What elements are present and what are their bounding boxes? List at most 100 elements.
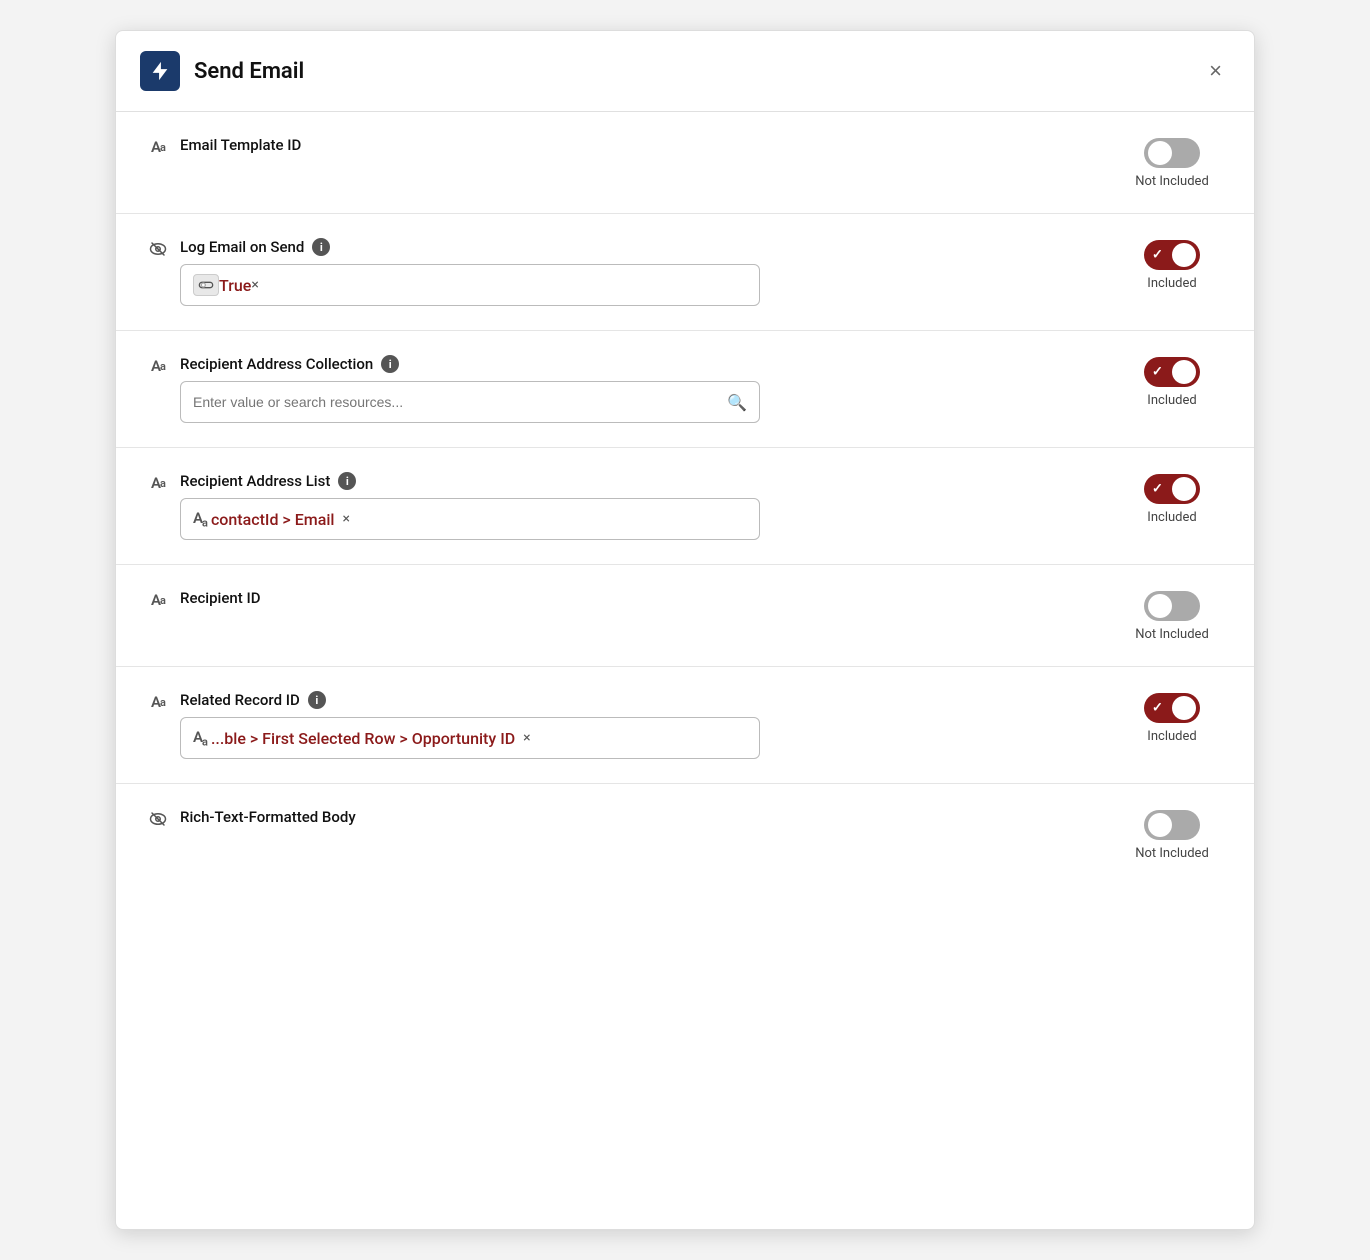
- field-label-row: Rich-Text-Formatted Body: [180, 808, 1122, 826]
- tag-close-true[interactable]: ×: [251, 278, 258, 292]
- lightning-svg: [149, 60, 171, 82]
- field-left: Aa Recipient Address List i Aa contactId…: [148, 472, 1122, 540]
- field-label: Log Email on Send: [180, 238, 304, 256]
- toggle-email-template-id[interactable]: [1144, 138, 1200, 168]
- toggle-check: ✓: [1152, 248, 1163, 263]
- info-icon[interactable]: i: [308, 691, 326, 709]
- toggle-label: Included: [1147, 393, 1196, 408]
- modal-title: Send Email: [194, 59, 304, 84]
- header-left: Send Email: [140, 51, 304, 91]
- aa-icon: Aa: [148, 693, 168, 711]
- field-left: Aa Related Record ID i Aa ...ble > First…: [148, 691, 1122, 759]
- field-left: Log Email on Send i True ×: [148, 238, 1122, 306]
- toggle-wrap-log-email: ✓ Included: [1122, 240, 1222, 291]
- toggle-knob: [1172, 696, 1196, 720]
- lightning-icon: [140, 51, 180, 91]
- field-content: Recipient Address Collection i 🔍: [180, 355, 1122, 423]
- toggle-label: Not Included: [1135, 174, 1209, 189]
- tag-text-contact: contactId > Email: [211, 510, 335, 529]
- toggle-wrap-email-template-id: Not Included: [1122, 138, 1222, 189]
- field-label-row: Recipient Address List i: [180, 472, 1122, 490]
- toggle-wrap-recipient-collection: ✓ Included: [1122, 357, 1222, 408]
- toggle-wrap-recipient-id: Not Included: [1122, 591, 1222, 642]
- toggle-wrap-related-record: ✓ Included: [1122, 693, 1222, 744]
- aa-tag-icon: Aa: [193, 509, 207, 530]
- toggle-rich-text[interactable]: [1144, 810, 1200, 840]
- toggle-knob: [1172, 360, 1196, 384]
- field-content: Related Record ID i Aa ...ble > First Se…: [180, 691, 1122, 759]
- field-label-row: Email Template ID: [180, 136, 1122, 154]
- toggle-recipient-list[interactable]: ✓: [1144, 474, 1200, 504]
- field-label: Rich-Text-Formatted Body: [180, 808, 356, 826]
- close-button[interactable]: ×: [1201, 56, 1230, 86]
- eye-icon: [148, 240, 168, 258]
- field-row-recipient-id: Aa Recipient ID Not Included: [116, 565, 1254, 667]
- aa-icon: Aa: [148, 138, 168, 156]
- field-content: Log Email on Send i True ×: [180, 238, 1122, 306]
- toggle-knob: [1172, 243, 1196, 267]
- search-input[interactable]: [193, 394, 719, 410]
- tag-close-contact[interactable]: ×: [342, 512, 349, 526]
- eye-icon: [148, 810, 168, 828]
- field-label: Related Record ID: [180, 691, 300, 709]
- field-row-rich-text-body: Rich-Text-Formatted Body Not Included: [116, 784, 1254, 885]
- field-label-row: Recipient ID: [180, 589, 1122, 607]
- field-content: Rich-Text-Formatted Body: [180, 808, 1122, 834]
- aa-tag-icon: Aa: [193, 728, 207, 749]
- info-icon[interactable]: i: [338, 472, 356, 490]
- toggle-recipient-id[interactable]: [1144, 591, 1200, 621]
- field-content: Email Template ID: [180, 136, 1122, 162]
- toggle-tag-icon: [193, 274, 219, 296]
- aa-icon: Aa: [148, 357, 168, 375]
- toggle-check: ✓: [1152, 365, 1163, 380]
- modal-body: Aa Email Template ID Not Included: [116, 112, 1254, 885]
- field-label-row: Recipient Address Collection i: [180, 355, 1122, 373]
- field-label-row: Related Record ID i: [180, 691, 1122, 709]
- field-input-related-record: Aa ...ble > First Selected Row > Opportu…: [180, 717, 760, 759]
- toggle-check: ✓: [1152, 482, 1163, 497]
- send-email-modal: Send Email × Aa Email Template ID Not In…: [115, 30, 1255, 1230]
- field-label: Recipient Address Collection: [180, 355, 373, 373]
- tag-text-opportunity: ...ble > First Selected Row > Opportunit…: [211, 729, 515, 748]
- toggle-knob: [1148, 813, 1172, 837]
- field-label: Recipient Address List: [180, 472, 330, 490]
- tag-text-true: True: [219, 276, 251, 295]
- field-label: Email Template ID: [180, 136, 301, 154]
- toggle-wrap-recipient-list: ✓ Included: [1122, 474, 1222, 525]
- toggle-check: ✓: [1152, 701, 1163, 716]
- field-row-email-template-id: Aa Email Template ID Not Included: [116, 112, 1254, 214]
- field-row-recipient-address-collection: Aa Recipient Address Collection i 🔍 ✓: [116, 331, 1254, 448]
- toggle-label: Not Included: [1135, 627, 1209, 642]
- field-label: Recipient ID: [180, 589, 261, 607]
- toggle-label: Included: [1147, 510, 1196, 525]
- field-row-related-record-id: Aa Related Record ID i Aa ...ble > First…: [116, 667, 1254, 784]
- toggle-related-record[interactable]: ✓: [1144, 693, 1200, 723]
- field-left: Rich-Text-Formatted Body: [148, 808, 1122, 834]
- toggle-label: Not Included: [1135, 846, 1209, 861]
- field-left: Aa Recipient ID: [148, 589, 1122, 615]
- field-input-log-email: True ×: [180, 264, 760, 306]
- toggle-knob: [1148, 141, 1172, 165]
- search-icon: 🔍: [727, 393, 747, 412]
- toggle-recipient-collection[interactable]: ✓: [1144, 357, 1200, 387]
- field-input-recipient-collection: 🔍: [180, 381, 760, 423]
- toggle-label: Included: [1147, 276, 1196, 291]
- field-left: Aa Email Template ID: [148, 136, 1122, 162]
- toggle-knob: [1172, 477, 1196, 501]
- aa-icon: Aa: [148, 591, 168, 609]
- info-icon[interactable]: i: [312, 238, 330, 256]
- field-content: Recipient Address List i Aa contactId > …: [180, 472, 1122, 540]
- toggle-log-email[interactable]: ✓: [1144, 240, 1200, 270]
- modal-header: Send Email ×: [116, 31, 1254, 112]
- info-icon[interactable]: i: [381, 355, 399, 373]
- field-label-row: Log Email on Send i: [180, 238, 1122, 256]
- toggle-wrap-rich-text: Not Included: [1122, 810, 1222, 861]
- tag-close-opportunity[interactable]: ×: [523, 731, 530, 745]
- toggle-knob: [1148, 594, 1172, 618]
- aa-icon: Aa: [148, 474, 168, 492]
- field-content: Recipient ID: [180, 589, 1122, 615]
- field-row-log-email-on-send: Log Email on Send i True ×: [116, 214, 1254, 331]
- field-left: Aa Recipient Address Collection i 🔍: [148, 355, 1122, 423]
- toggle-label: Included: [1147, 729, 1196, 744]
- field-input-recipient-list: Aa contactId > Email ×: [180, 498, 760, 540]
